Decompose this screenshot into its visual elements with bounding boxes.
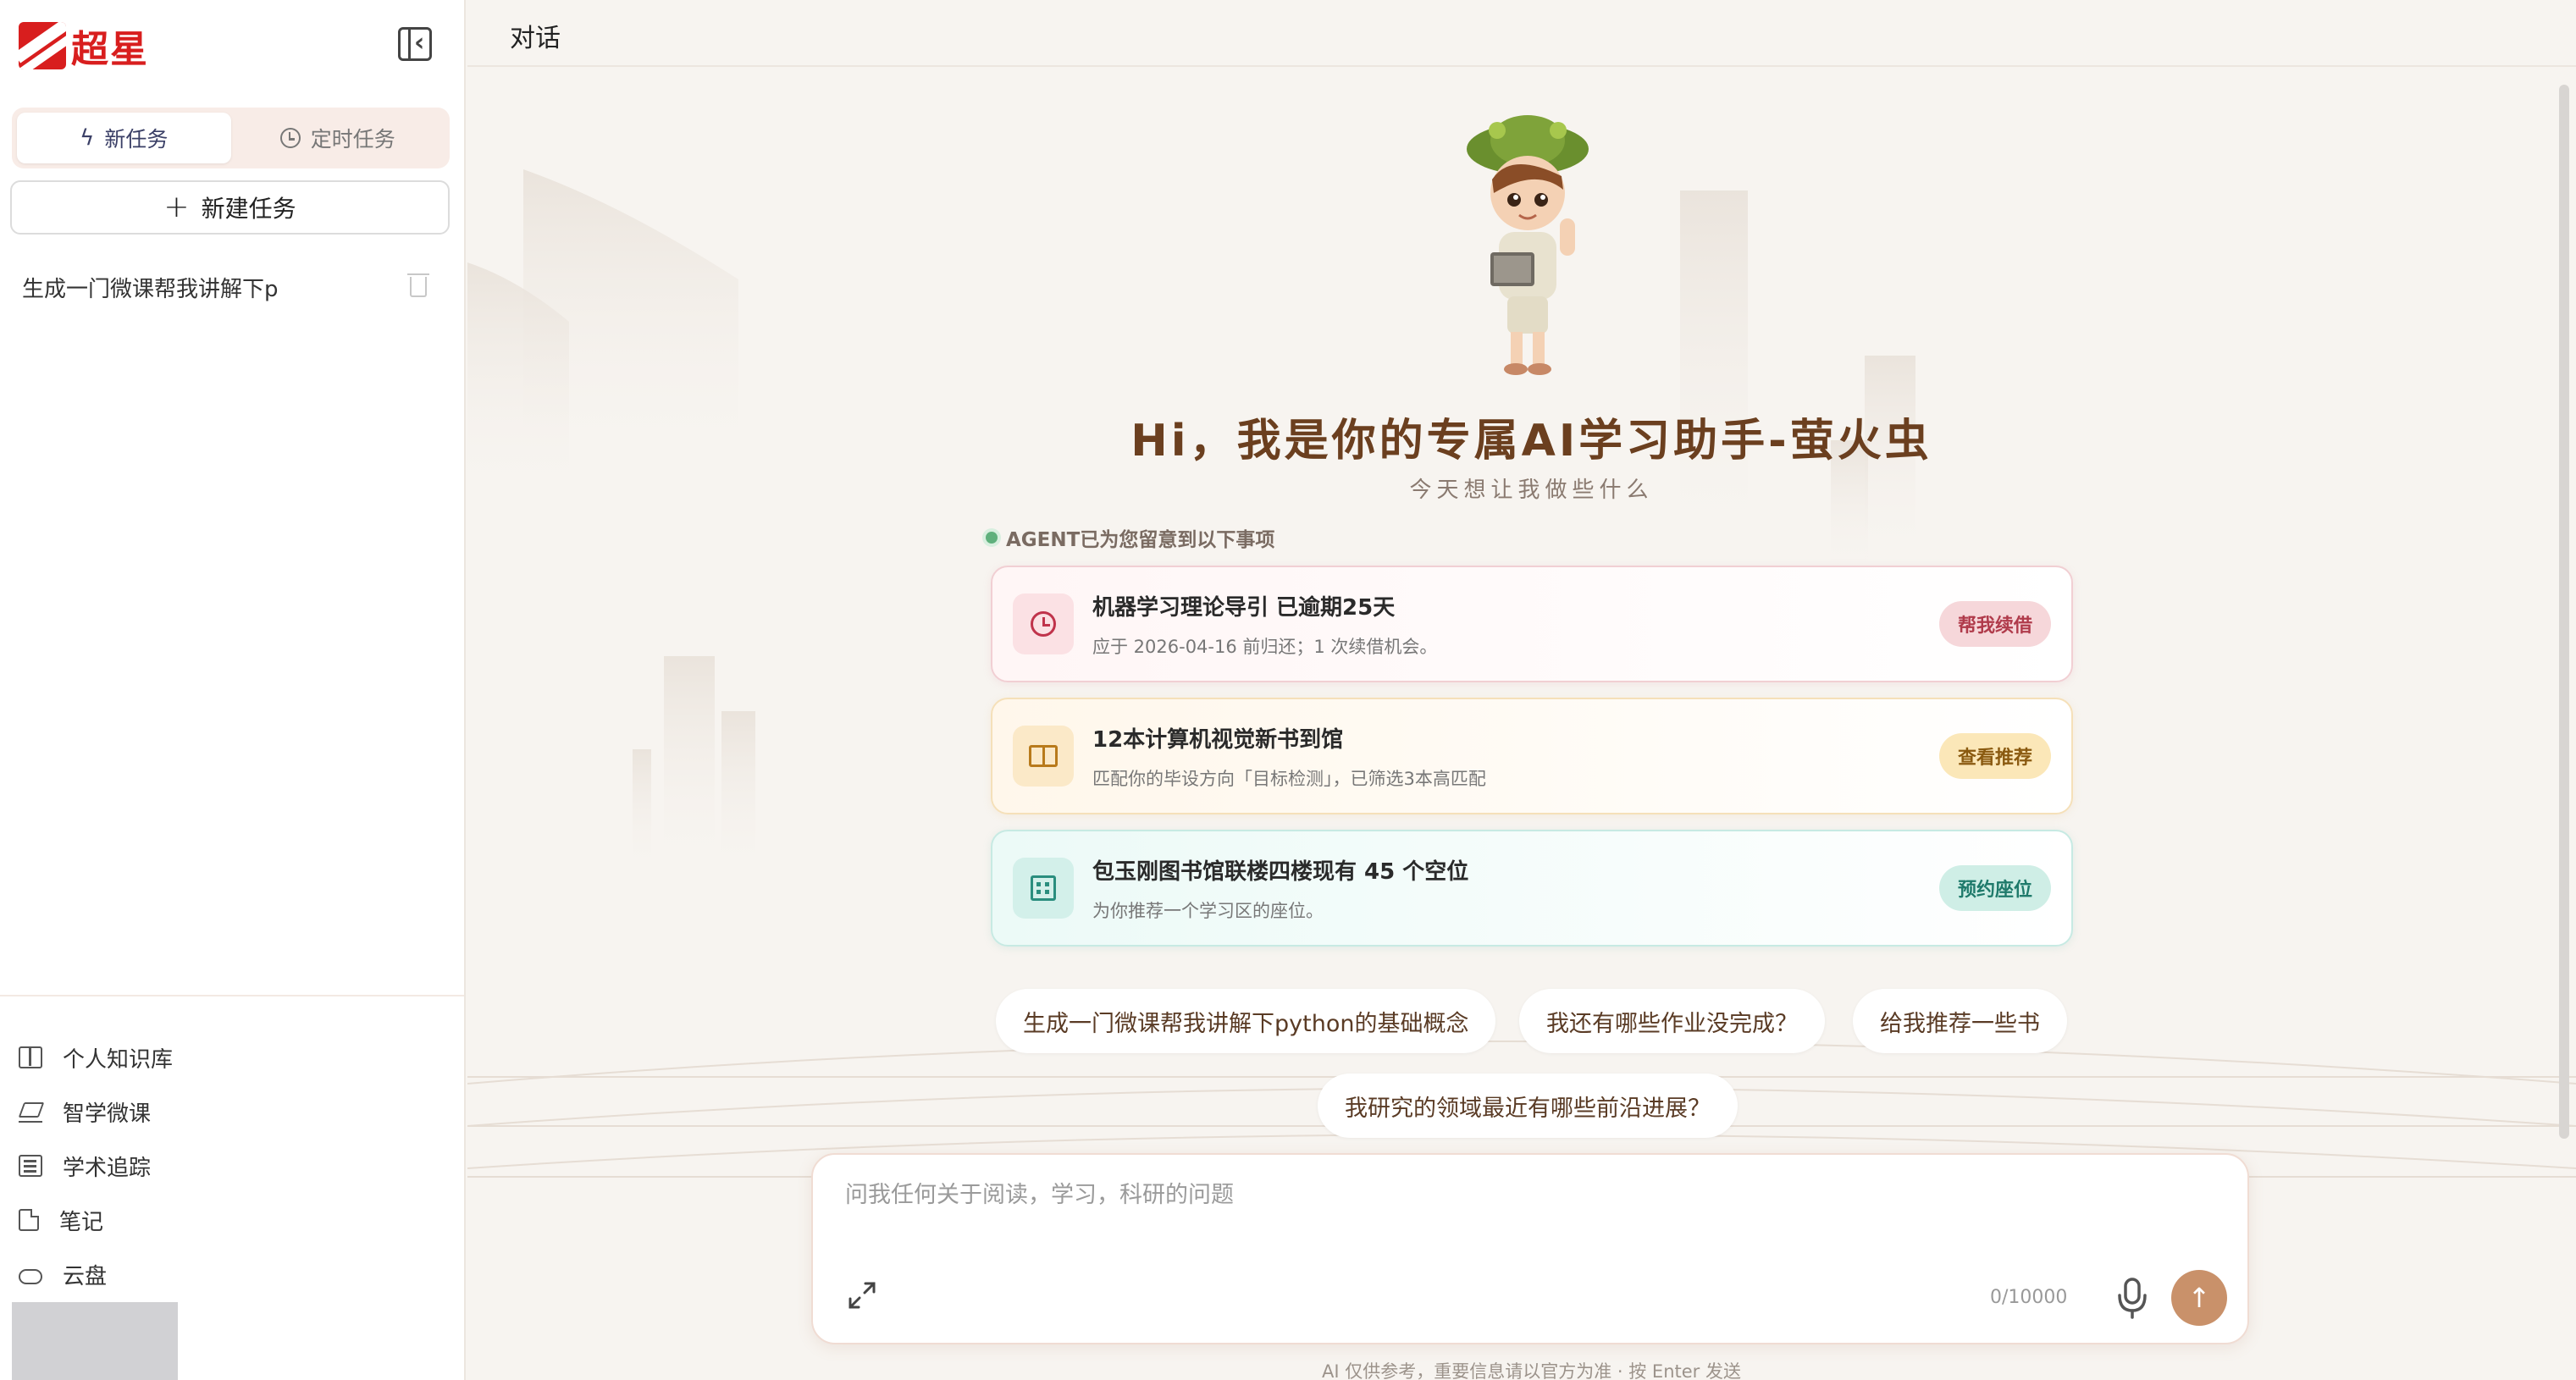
arrow-up-icon: ↑ (2187, 1282, 2211, 1314)
task-tabs: ϟ 新任务 定时任务 (12, 108, 450, 168)
new-task-label: 新建任务 (201, 195, 296, 223)
history-item-title: 生成一门微课帮我讲解下p (22, 276, 279, 302)
card-title: 机器学习理论导引 已逾期25天 (1092, 594, 1396, 621)
graduation-cap-icon (19, 1101, 42, 1123)
agent-card-overdue[interactable]: 机器学习理论导引 已逾期25天 应于 2026-04-16 前归还；1 次续借机… (991, 566, 2073, 682)
sidebar-item-label: 智学微课 (63, 1101, 152, 1127)
agent-card-new-books[interactable]: 12本计算机视觉新书到馆 匹配你的毕设方向「目标检测」，已筛选3本高匹配 查看推… (991, 698, 2073, 814)
renew-button[interactable]: 帮我续借 (1938, 601, 2051, 647)
page-title: 对话 (510, 24, 561, 53)
card-icon-wrap (1013, 726, 1074, 787)
reserve-seat-button[interactable]: 预约座位 (1938, 865, 2051, 911)
card-icon-wrap (1013, 593, 1074, 654)
tab-scheduled-task-label: 定时任务 (310, 127, 395, 152)
user-avatar[interactable] (12, 1302, 178, 1380)
logo[interactable]: 超星 (19, 20, 154, 71)
agent-notice-label: AGENT已为您留意到以下事项 (986, 523, 1274, 552)
trash-icon[interactable] (407, 273, 429, 297)
plus-icon: + (163, 190, 190, 224)
sidebar-item-cloud-drive[interactable]: 云盘 (19, 1257, 107, 1291)
card-description: 匹配你的毕设方向「目标检测」，已筛选3本高匹配 (1092, 768, 1486, 789)
main-panel: 对话 Hi，我是你的专属AI学习助手-萤火虫 今天想让我做些什么 AGENT已为… (467, 0, 2576, 1380)
newspaper-icon (19, 1155, 42, 1177)
hero-subtitle: 今天想让我做些什么 (1409, 477, 1654, 503)
card-description: 应于 2026-04-16 前归还；1 次续借机会。 (1092, 636, 1438, 657)
sidebar-item-academic-tracking[interactable]: 学术追踪 (19, 1149, 151, 1183)
cloud-icon (19, 1269, 42, 1284)
disclaimer: AI 仅供参考，重要信息请以官方为准 · 按 Enter 发送 (1322, 1361, 1741, 1380)
logo-text: 超星 (71, 28, 149, 71)
card-body: 机器学习理论导引 已逾期25天 应于 2026-04-16 前归还；1 次续借机… (1092, 590, 1939, 659)
note-icon (19, 1209, 39, 1231)
tab-new-task-label: 新任务 (104, 127, 169, 152)
sidebar-nav: 个人知识库 智学微课 学术追踪 笔记 云盘 (0, 995, 464, 1289)
microphone-icon[interactable] (2115, 1277, 2149, 1319)
suggestion-chip[interactable]: 我还有哪些作业没完成？ (1519, 989, 1825, 1053)
card-body: 包玉刚图书馆联楼四楼现有 45 个空位 为你推荐一个学习区的座位。 (1092, 854, 1939, 923)
new-task-button[interactable]: + 新建任务 (10, 180, 450, 235)
clock-icon (279, 128, 301, 148)
sidebar-item-notes[interactable]: 笔记 (19, 1203, 103, 1237)
suggestion-chip[interactable]: 给我推荐一些书 (1853, 989, 2067, 1053)
scrollbar[interactable] (2559, 85, 2569, 1139)
book-icon (1029, 745, 1058, 767)
send-button[interactable]: ↑ (2171, 1270, 2227, 1326)
card-description: 为你推荐一个学习区的座位。 (1092, 900, 1324, 921)
suggestion-chip[interactable]: 我研究的领域最近有哪些前沿进展？ (1318, 1074, 1738, 1138)
sidebar-item-label: 云盘 (63, 1263, 108, 1289)
bolt-icon: ϟ (80, 125, 95, 151)
card-title: 包玉刚图书馆联楼四楼现有 45 个空位 (1092, 858, 1469, 885)
chat-input[interactable] (845, 1182, 2200, 1208)
char-counter: 0/10000 (1990, 1287, 2068, 1308)
history-item[interactable]: 生成一门微课帮我讲解下p (22, 269, 437, 305)
suggestion-chip[interactable]: 生成一门微课帮我讲解下python的基础概念 (996, 989, 1496, 1053)
book-icon (19, 1046, 42, 1068)
collapse-sidebar-icon[interactable] (398, 27, 432, 61)
sidebar-item-label: 学术追踪 (63, 1155, 152, 1181)
sidebar-item-micro-course[interactable]: 智学微课 (19, 1095, 151, 1129)
logo-mark-icon (19, 22, 66, 69)
tab-new-task[interactable]: ϟ 新任务 (17, 113, 231, 163)
sidebar-item-knowledge-base[interactable]: 个人知识库 (19, 1041, 173, 1074)
sidebar: 超星 ϟ 新任务 定时任务 + 新建任务 生成一门微课帮我讲解下p 个人知识库 … (0, 0, 466, 1380)
view-recommendations-button[interactable]: 查看推荐 (1938, 733, 2051, 779)
sidebar-item-label: 个人知识库 (63, 1046, 174, 1073)
topbar: 对话 (467, 0, 2576, 67)
expand-icon[interactable] (847, 1280, 877, 1311)
card-title: 12本计算机视觉新书到馆 (1092, 726, 1344, 753)
card-body: 12本计算机视觉新书到馆 匹配你的毕设方向「目标检测」，已筛选3本高匹配 (1092, 722, 1939, 791)
agent-notice-text: AGENT已为您留意到以下事项 (1006, 529, 1275, 551)
sidebar-item-label: 笔记 (59, 1209, 104, 1235)
status-dot-icon (986, 532, 998, 544)
agent-card-seats[interactable]: 包玉刚图书馆联楼四楼现有 45 个空位 为你推荐一个学习区的座位。 预约座位 (991, 830, 2073, 947)
clock-icon (1031, 611, 1056, 637)
chat-input-box: 0/10000 ↑ (811, 1153, 2249, 1344)
building-icon (1031, 875, 1056, 901)
card-icon-wrap (1013, 858, 1074, 919)
tab-scheduled-task[interactable]: 定时任务 (231, 113, 445, 163)
mascot-firefly-icon (1467, 115, 1589, 375)
hero-title: Hi，我是你的专属AI学习助手-萤火虫 (1130, 416, 1932, 466)
